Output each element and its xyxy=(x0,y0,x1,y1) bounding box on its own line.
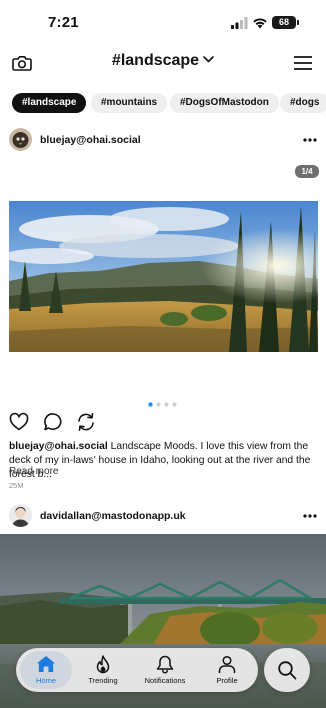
comment-icon[interactable] xyxy=(43,412,63,432)
post-timestamp: 25M xyxy=(9,481,24,490)
post-photo[interactable] xyxy=(9,201,318,352)
status-time: 7:21 xyxy=(48,14,79,31)
tag-chip-landscape[interactable]: #landscape xyxy=(12,93,87,113)
read-more-link[interactable]: Read more xyxy=(9,466,58,477)
heart-icon[interactable] xyxy=(9,412,29,432)
tab-trending-label: Trending xyxy=(88,676,118,685)
page-title-text: #landscape xyxy=(111,52,200,69)
avatar[interactable] xyxy=(9,504,32,527)
page-title[interactable]: #landscape xyxy=(0,52,326,70)
tab-profile-label: Profile xyxy=(216,676,238,685)
cellular-signal-icon xyxy=(231,17,248,29)
post-author-handle[interactable]: bluejay@ohai.social xyxy=(40,134,141,146)
caption-author[interactable]: bluejay@ohai.social xyxy=(9,441,108,452)
home-icon xyxy=(37,656,55,672)
tag-chip-dogsofmastodon[interactable]: #DogsOfMastodon xyxy=(170,93,279,113)
more-options-icon[interactable] xyxy=(303,514,317,518)
battery-cap xyxy=(297,20,299,25)
avatar[interactable] xyxy=(9,128,32,151)
tag-chip-mountains[interactable]: #mountains xyxy=(91,93,168,113)
bottom-tab-bar: Home Trending Notifications Profile xyxy=(16,648,258,692)
tab-home[interactable]: Home xyxy=(16,648,76,692)
tag-chip-dogs[interactable]: #dogs xyxy=(280,93,326,113)
tab-notifications-label: Notifications xyxy=(144,676,186,685)
wifi-icon xyxy=(253,18,267,29)
menu-icon[interactable] xyxy=(294,56,312,70)
carousel-dots xyxy=(148,402,177,407)
chevron-down-icon xyxy=(203,56,214,63)
boost-icon[interactable] xyxy=(76,412,96,432)
tab-profile[interactable]: Profile xyxy=(197,648,257,692)
tag-chips-row: #landscape #mountains #DogsOfMastodon #d… xyxy=(0,93,326,113)
search-button[interactable] xyxy=(264,648,310,692)
search-icon xyxy=(278,661,297,680)
bell-icon xyxy=(156,655,174,674)
tab-notifications[interactable]: Notifications xyxy=(135,648,195,692)
person-icon xyxy=(218,655,236,673)
tab-home-label: Home xyxy=(35,676,56,685)
media-counter-badge: 1/4 xyxy=(295,165,319,178)
post-author-handle[interactable]: davidallan@mastodonapp.uk xyxy=(40,510,186,522)
flame-icon xyxy=(96,655,110,674)
tab-trending[interactable]: Trending xyxy=(73,648,133,692)
more-options-icon[interactable] xyxy=(303,138,317,142)
battery-indicator: 68 xyxy=(272,16,296,29)
